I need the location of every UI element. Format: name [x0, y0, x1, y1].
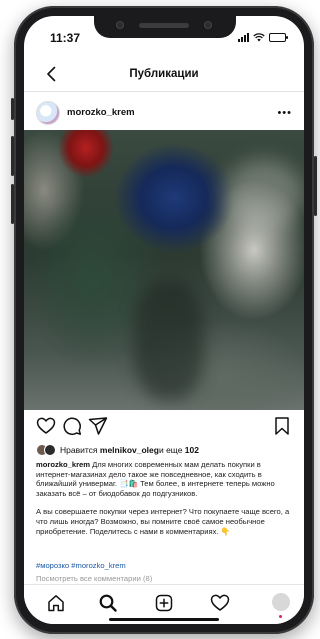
- caption-author[interactable]: morozko_krem: [36, 460, 90, 469]
- likes-prefix: Нравится: [60, 445, 98, 455]
- hashtags: #морозко #morozko_krem: [36, 561, 126, 570]
- volume-down-button: [11, 184, 14, 224]
- speaker-grille: [139, 23, 189, 28]
- signal-icon: [238, 33, 249, 42]
- post-username[interactable]: morozko_krem: [67, 107, 135, 118]
- status-time: 11:37: [50, 31, 81, 45]
- likes-count[interactable]: 102: [185, 445, 199, 455]
- likes-middle: и еще: [158, 445, 183, 455]
- photo-highlight: [224, 160, 304, 230]
- activity-heart-icon[interactable]: [210, 593, 230, 613]
- comment-icon[interactable]: [62, 416, 82, 436]
- hashtag-link[interactable]: #морозко: [36, 561, 69, 570]
- power-button: [314, 156, 317, 216]
- photo-blur: [134, 280, 204, 400]
- search-icon[interactable]: [98, 593, 118, 613]
- post-caption: morozko_krem Для многих современных мам …: [36, 460, 294, 545]
- volume-up-button: [11, 136, 14, 176]
- post-actions: [24, 414, 304, 442]
- avatar[interactable]: [36, 101, 60, 125]
- mute-switch: [11, 98, 14, 120]
- screen: 11:37 Публикации morozko_krem ••• Нравит…: [24, 16, 304, 624]
- hashtag-link[interactable]: #morozko_krem: [71, 561, 125, 570]
- likes-line[interactable]: Нравится melnikov_oleg и еще 102: [36, 443, 199, 457]
- battery-icon: [269, 33, 288, 42]
- notch: [94, 16, 236, 38]
- caption-paragraph-1: morozko_krem Для многих современных мам …: [36, 460, 294, 498]
- home-indicator: [109, 618, 219, 621]
- more-options-button[interactable]: •••: [277, 107, 292, 119]
- liker-avatar: [44, 444, 56, 456]
- caption-paragraph-2: А вы совершаете покупки через интернет? …: [36, 507, 290, 536]
- add-post-icon[interactable]: [154, 593, 174, 613]
- post-photo[interactable]: [24, 130, 304, 410]
- post-header: morozko_krem •••: [24, 94, 304, 130]
- status-icons: [238, 33, 288, 42]
- bookmark-icon[interactable]: [272, 416, 292, 436]
- sensor-icon: [116, 21, 124, 29]
- home-icon[interactable]: [46, 593, 66, 613]
- phone-frame: 11:37 Публикации morozko_krem ••• Нравит…: [11, 6, 317, 634]
- view-comments-link[interactable]: Посмотреть все комментарии (8): [36, 574, 152, 583]
- profile-icon[interactable]: [272, 593, 290, 618]
- wifi-icon: [253, 33, 265, 42]
- front-camera-icon: [204, 21, 212, 29]
- page-title: Публикации: [129, 68, 199, 80]
- nav-bar: Публикации: [24, 56, 304, 92]
- heart-icon[interactable]: [36, 416, 56, 436]
- likes-user[interactable]: melnikov_oleg: [100, 445, 159, 455]
- send-icon[interactable]: [88, 416, 108, 436]
